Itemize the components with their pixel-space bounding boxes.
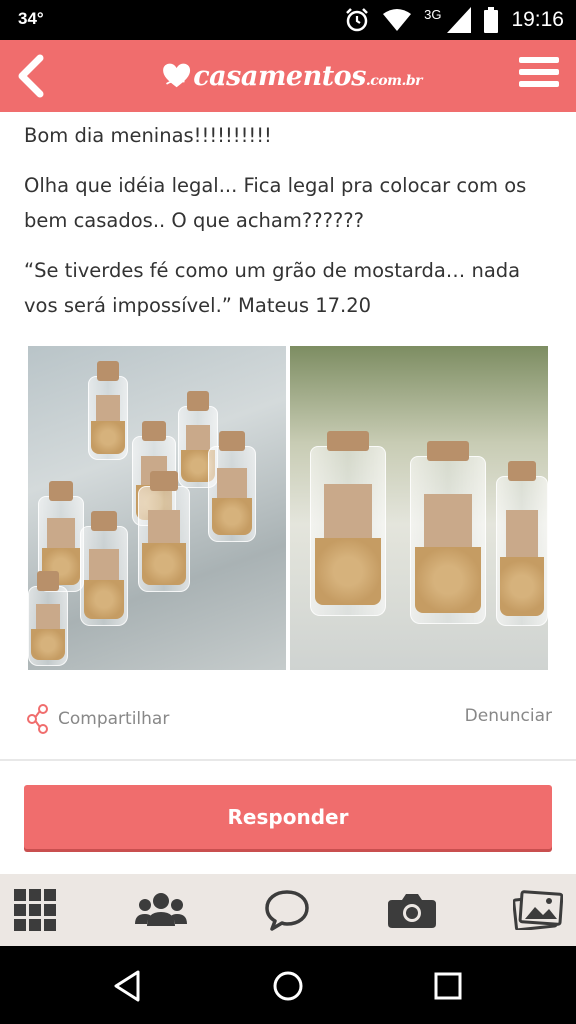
battery-icon (484, 7, 499, 33)
temperature-indicator: 34° (18, 9, 44, 28)
network-type-label: 3G (424, 6, 442, 22)
hamburger-menu-icon (519, 57, 559, 87)
nav-community[interactable] (131, 880, 191, 940)
gallery-icon (513, 890, 563, 930)
back-button[interactable] (10, 52, 50, 100)
report-link[interactable]: Denunciar (465, 706, 552, 726)
share-icon (27, 704, 48, 734)
nav-photos[interactable] (382, 880, 442, 940)
android-navigation-bar (0, 946, 576, 1024)
app-logo[interactable]: casamentos.com.br (162, 46, 423, 106)
reply-button[interactable]: Responder (24, 785, 552, 849)
logo-text: casamentos.com.br (193, 60, 423, 92)
android-home-button[interactable] (266, 964, 310, 1008)
share-label: Compartilhar (58, 709, 170, 729)
signal-icon (447, 7, 472, 33)
post-body: Bom dia meninas!!!!!!!!!! Olha que idéia… (24, 112, 554, 323)
nav-chat[interactable] (257, 880, 317, 940)
wifi-icon (383, 9, 412, 31)
grid-icon (14, 889, 56, 931)
heart-logo-icon (163, 63, 191, 88)
post-paragraph: Bom dia meninas!!!!!!!!!! (24, 124, 272, 147)
divider (0, 759, 576, 761)
post-paragraph: “Se tiverdes fé como um grão de mostarda… (24, 259, 521, 317)
menu-button[interactable] (519, 57, 559, 93)
community-icon (134, 893, 187, 926)
alarm-icon (346, 8, 368, 32)
status-icons: 3G 19:16 (344, 0, 564, 40)
post-paragraph: Olha que idéia legal... Fica legal pra c… (24, 174, 527, 232)
status-bar: 34° 3G 19:16 (0, 0, 576, 40)
logo-suffix: .com.br (365, 72, 423, 89)
app-header: casamentos.com.br (0, 40, 576, 112)
android-back-button[interactable] (106, 964, 150, 1008)
recents-icon (434, 972, 462, 1000)
clock: 19:16 (511, 8, 564, 31)
mustard-seed-jars-photo-1[interactable] (28, 346, 286, 670)
bottom-navigation (0, 874, 576, 946)
android-recents-button[interactable] (426, 964, 470, 1008)
nav-home-grid[interactable] (5, 880, 65, 940)
share-button[interactable]: Compartilhar (26, 704, 169, 734)
post-photos (28, 346, 548, 670)
home-icon (273, 971, 303, 1001)
camera-icon (388, 894, 437, 928)
back-icon (114, 970, 140, 1002)
chat-icon (264, 890, 309, 931)
nav-gallery[interactable] (508, 880, 568, 940)
mustard-seed-jars-photo-2[interactable] (290, 346, 548, 670)
back-arrow-icon (18, 54, 44, 98)
